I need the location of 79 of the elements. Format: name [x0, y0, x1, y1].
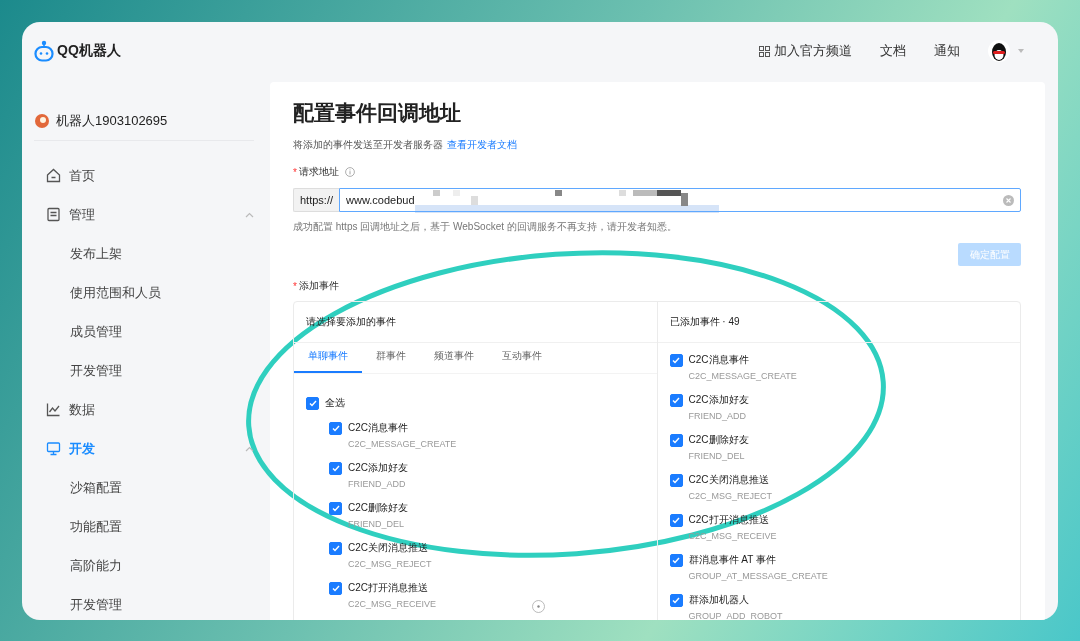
checkbox[interactable]	[669, 474, 683, 487]
event-name: 群消息事件 AT 事件	[688, 553, 777, 567]
event-code: FRIEND_ADD	[688, 411, 747, 421]
required-mark: *	[293, 280, 297, 292]
field-hint: 成功配置 https 回调地址之后，基于 WebSocket 的回调服务不再支持，请开发者知悉。	[293, 220, 678, 234]
submenu-item[interactable]: 成员管理	[34, 312, 254, 351]
nav-link[interactable]: 通知	[934, 42, 960, 60]
event-name: C2C添加好友	[348, 461, 408, 475]
home-icon	[46, 168, 61, 183]
event-name: C2C消息事件	[688, 353, 750, 367]
url-input-field[interactable]: www.codebud	[339, 188, 1021, 212]
checkbox[interactable]	[329, 462, 342, 475]
event-tab[interactable]: 互动事件	[488, 349, 556, 373]
menu-item[interactable]: 数据	[34, 390, 254, 429]
event-code: FRIEND_DEL	[688, 451, 746, 461]
event-name: C2C关闭消息推送	[688, 473, 770, 487]
robot-logo-icon	[34, 40, 54, 62]
event-name: C2C打开消息推送	[348, 581, 429, 595]
column-title: 已添加事件 · 49	[669, 315, 740, 329]
info-icon[interactable]	[344, 167, 355, 177]
docs-link[interactable]: 查看开发者文档	[447, 138, 517, 152]
event-code: FRIEND_ADD	[348, 479, 407, 489]
bot-avatar-icon	[34, 113, 50, 129]
checkbox[interactable]	[329, 582, 342, 595]
event-tab[interactable]: 频道事件	[420, 349, 488, 373]
event-code: C2C_MSG_REJECT	[348, 559, 432, 569]
event-code: C2C_MSG_RECEIVE	[348, 599, 437, 609]
chevron-up-icon[interactable]	[245, 445, 254, 452]
document-icon	[46, 207, 61, 222]
nav-link[interactable]: 加入官方频道	[759, 42, 852, 60]
submenu-item[interactable]: 开发管理	[34, 351, 254, 390]
event-code: GROUP_ADD_ROBOT	[688, 611, 783, 620]
submenu-item[interactable]: 高阶能力	[34, 546, 254, 585]
submenu-item[interactable]: 发布上架	[34, 234, 254, 273]
menu-item[interactable]: 管理	[34, 195, 254, 234]
scroll-indicator-icon[interactable]	[532, 600, 545, 613]
logo-text: QQ机器人	[57, 42, 121, 60]
event-name: C2C添加好友	[688, 393, 749, 407]
select-all-label: 全选	[325, 396, 345, 410]
event-tab[interactable]: 群事件	[362, 349, 420, 373]
chevron-up-icon[interactable]	[245, 211, 254, 218]
nav-link[interactable]: 文档	[880, 42, 906, 60]
submenu-item[interactable]: 开发管理	[34, 585, 254, 620]
field-label: 请求地址	[298, 165, 339, 179]
event-name: C2C删除好友	[348, 501, 408, 515]
required-mark: *	[293, 166, 297, 178]
event-name: 群添加机器人	[688, 593, 750, 607]
checkbox[interactable]	[329, 422, 342, 435]
checkbox[interactable]	[669, 394, 683, 407]
checkbox[interactable]	[329, 502, 342, 515]
clear-icon[interactable]	[1003, 194, 1014, 206]
event-name: C2C消息事件	[348, 421, 409, 435]
page-title: 配置事件回调地址	[293, 100, 462, 126]
checkbox[interactable]	[306, 397, 319, 410]
description-text: 将添加的事件发送至开发者服务器	[293, 138, 443, 152]
bot-name: 机器人1903102695	[56, 112, 168, 130]
checkbox[interactable]	[669, 514, 683, 527]
checkbox[interactable]	[669, 434, 683, 447]
submenu-item[interactable]: 使用范围和人员	[34, 273, 254, 312]
submenu-item[interactable]: 功能配置	[34, 507, 254, 546]
checkbox[interactable]	[669, 594, 683, 607]
event-name: C2C删除好友	[688, 433, 749, 447]
event-code: C2C_MESSAGE_CREATE	[688, 371, 797, 381]
checkbox[interactable]	[329, 542, 342, 555]
event-tab[interactable]: 单聊事件	[294, 349, 362, 373]
checkbox[interactable]	[669, 354, 683, 367]
event-code: C2C_MESSAGE_CREATE	[348, 439, 457, 449]
event-code: C2C_MSG_REJECT	[688, 491, 773, 501]
line-chart-icon	[46, 402, 61, 417]
grid-icon	[759, 45, 770, 57]
protocol-prefix: https://	[293, 188, 340, 212]
checkbox[interactable]	[669, 554, 683, 567]
submenu-item[interactable]: 沙箱配置	[34, 468, 254, 507]
event-code: GROUP_AT_MESSAGE_CREATE	[688, 571, 828, 581]
user-avatar[interactable]	[988, 40, 1010, 62]
menu-item[interactable]: 首页	[34, 156, 254, 195]
monitor-icon	[46, 441, 61, 456]
caret-icon[interactable]	[1018, 49, 1024, 53]
section-label: 添加事件	[298, 279, 339, 293]
